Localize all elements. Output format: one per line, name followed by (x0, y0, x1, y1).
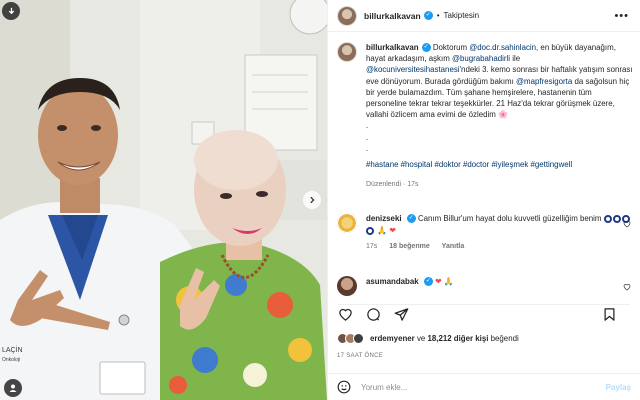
emoji-ring (366, 226, 374, 235)
post-header: billurkalkavan ✓ • Takiptesin ••• (328, 0, 640, 32)
comment-meta: 17s 18 beğenme Yanıtla (366, 243, 633, 250)
liker-avatar (353, 333, 364, 344)
tag-people-icon (9, 384, 17, 392)
tagged-people-button[interactable] (4, 379, 22, 397)
commenter-username[interactable]: denizseki (366, 214, 402, 223)
post-panel: billurkalkavan ✓ • Takiptesin ••• billur… (327, 0, 640, 400)
caption-dot: . (366, 132, 369, 142)
comment-likes[interactable]: 18 beğenme (389, 243, 429, 250)
comment-emoji: ❤ 🙏 (435, 277, 454, 286)
more-icon[interactable]: ••• (614, 10, 629, 22)
post-time-ago[interactable]: 17 SAAT ÖNCE (337, 353, 383, 359)
commenter-username[interactable]: asumandabak (366, 277, 419, 286)
caption-text: ile (510, 54, 521, 64)
caption-username[interactable]: billurkalkavan (366, 43, 419, 52)
download-icon (8, 7, 14, 14)
commenter-avatar[interactable] (337, 276, 357, 296)
verified-badge-icon: ✓ (423, 11, 433, 20)
emoji-ring (612, 214, 621, 223)
likes-others[interactable]: 18,212 diğer kişi (427, 334, 488, 343)
comment-like-heart-icon[interactable] (623, 220, 631, 228)
comment-like-heart-icon[interactable] (623, 283, 631, 291)
emoji-ring (603, 214, 612, 223)
share-icon (394, 308, 409, 321)
comment: asumandabak ✓ ❤ 🙏 (337, 276, 633, 296)
mention-link[interactable]: @bugrabahadirli (452, 54, 510, 63)
hashtags[interactable]: #hastane #hospital #doktor #doctor #iyil… (366, 159, 633, 170)
verified-badge-icon: ✓ (423, 277, 433, 287)
comment-reply[interactable]: Yanıtla (442, 243, 465, 250)
post-comment-button[interactable]: Paylaş (606, 383, 631, 392)
first-liker[interactable]: erdemyener (370, 334, 415, 343)
mention-link[interactable]: @kocuniversitesihastanesi (366, 65, 460, 74)
author-username[interactable]: billurkalkavan (364, 11, 421, 21)
heart-icon (339, 308, 352, 321)
verified-badge-icon: ✓ (421, 43, 431, 53)
comment: denizseki ✓ Canım Billur'um hayat dolu k… (337, 213, 633, 250)
add-comment-bar: Paylaş (328, 373, 640, 400)
comment-emoji: 🙏 ❤ (377, 226, 396, 235)
separator-dot: • (436, 11, 440, 20)
comment-text-line: asumandabak ✓ ❤ 🙏 (366, 276, 633, 288)
author-avatar[interactable] (337, 5, 357, 26)
caption: billurkalkavan ✓ Doktorum @doc.dr.sahinla… (337, 42, 633, 190)
comment-text: Canım Billur'um hayat dolu kuvvetli güze… (417, 214, 602, 223)
caption-body: billurkalkavan ✓ Doktorum @doc.dr.sahinla… (366, 42, 633, 190)
bookmark-icon (604, 308, 615, 321)
comment-text-line: denizseki ✓ Canım Billur'um hayat dolu k… (366, 213, 633, 237)
mention-link[interactable]: @mapfresigorta (516, 77, 572, 86)
caption-dot: . (366, 121, 369, 131)
follow-status[interactable]: Takiptesin (444, 11, 480, 20)
commenter-avatar[interactable] (337, 213, 357, 233)
comment-button[interactable] (366, 307, 381, 322)
mention-link[interactable]: @doc.dr.sahinlacin (469, 43, 536, 52)
coat-dept-text: Onkoloji (2, 357, 20, 363)
emoji-icon[interactable] (337, 380, 351, 394)
share-button[interactable] (394, 307, 409, 322)
like-button[interactable] (338, 307, 353, 322)
action-bar (338, 304, 630, 324)
download-button[interactable] (2, 2, 20, 20)
next-arrow-icon (310, 196, 315, 204)
save-button[interactable] (602, 307, 617, 322)
caption-dot: . (366, 143, 369, 153)
comment-time: 17s (366, 243, 378, 250)
photo-scene: LAÇİN Onkoloji (0, 0, 327, 400)
edited-label: Düzenlendi · 17s (366, 181, 419, 189)
caption-text: Doktorum (432, 43, 470, 52)
liker-avatars (337, 333, 364, 344)
likes-connector: ve (414, 334, 428, 343)
comment-icon (367, 308, 380, 321)
next-image-button[interactable] (303, 191, 321, 209)
likes-tail: beğendi (488, 334, 519, 343)
coat-name-text: LAÇİN (2, 345, 23, 354)
post-photo[interactable]: LAÇİN Onkoloji (0, 0, 327, 400)
likes-summary: erdemyener ve 18,212 diğer kişi beğendi (337, 333, 519, 344)
verified-badge-icon: ✓ (406, 214, 416, 224)
caption-avatar[interactable] (337, 42, 357, 62)
comment-input[interactable] (361, 382, 606, 392)
